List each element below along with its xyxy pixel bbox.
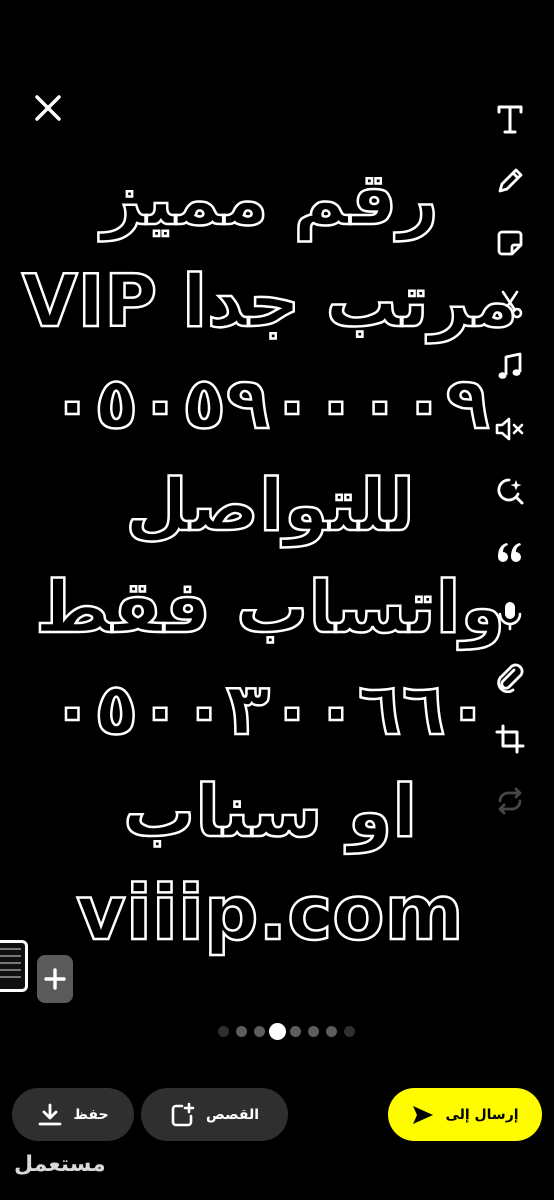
text-icon bbox=[497, 105, 523, 134]
stories-label: القصص bbox=[205, 1106, 260, 1123]
watermark-logo: مستعمل bbox=[14, 1152, 106, 1177]
save-label: حفظ bbox=[73, 1106, 109, 1123]
add-story-icon bbox=[171, 1102, 195, 1126]
save-button[interactable]: حفظ bbox=[12, 1088, 134, 1141]
page-dot bbox=[236, 1026, 247, 1037]
caption-line: رقم مميز bbox=[100, 156, 440, 243]
caption-line: viiip.com bbox=[75, 867, 465, 959]
caption-line: او سناب bbox=[122, 768, 419, 855]
page-dot bbox=[290, 1026, 301, 1037]
caption-line: للتواصل bbox=[124, 462, 416, 549]
caption-line: ٠٥٠٥٩٠٠٠٠٩ bbox=[49, 360, 491, 447]
stories-button[interactable]: القصص bbox=[141, 1088, 288, 1141]
add-snap-button[interactable] bbox=[37, 955, 73, 1003]
page-indicator bbox=[0, 1022, 554, 1042]
page-dot bbox=[218, 1026, 229, 1037]
send-to-button[interactable]: إرسال إلى bbox=[388, 1088, 542, 1141]
plus-icon bbox=[44, 968, 66, 990]
page-dot bbox=[254, 1026, 265, 1037]
snap-thumbnail[interactable] bbox=[0, 940, 28, 992]
page-dot bbox=[308, 1026, 319, 1037]
caption-text[interactable]: رقم مميز مرتب جدا VIP ٠٥٠٥٩٠٠٠٠٩ للتواصل… bbox=[0, 148, 540, 964]
caption-line: ٠٥٠٠٣٠٠٦٦٠ bbox=[49, 666, 491, 753]
page-dot bbox=[344, 1026, 355, 1037]
caption-line: واتساب فقط bbox=[34, 564, 507, 651]
send-arrow-icon bbox=[413, 1105, 434, 1124]
close-icon bbox=[35, 95, 61, 121]
caption-line: مرتب جدا VIP bbox=[21, 258, 520, 345]
send-label: إرسال إلى bbox=[445, 1106, 519, 1123]
close-button[interactable] bbox=[30, 90, 66, 126]
text-tool-button[interactable] bbox=[488, 88, 532, 150]
page-dot-active bbox=[269, 1023, 286, 1040]
download-icon bbox=[39, 1103, 62, 1125]
page-dot bbox=[326, 1026, 337, 1037]
